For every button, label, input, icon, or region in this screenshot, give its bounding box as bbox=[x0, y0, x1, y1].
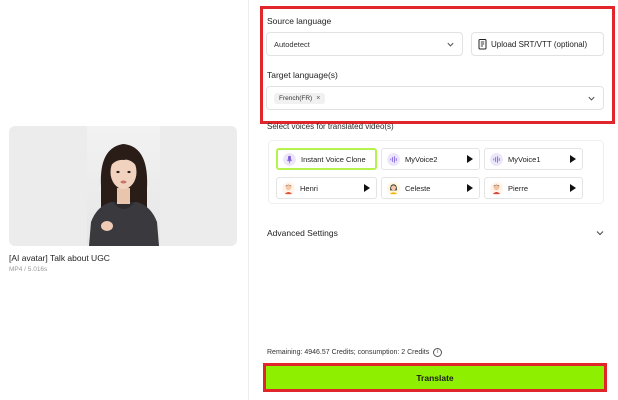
upload-subtitle-label: Upload SRT/VTT (optional) bbox=[491, 39, 588, 49]
voice-option-myvoice1[interactable]: MyVoice1 bbox=[484, 148, 583, 170]
language-settings-highlight: Source language Autodetect Upload SRT/VT… bbox=[260, 6, 615, 124]
info-icon[interactable]: i bbox=[433, 348, 443, 357]
translate-button-highlight: Translate bbox=[263, 363, 607, 392]
chevron-down-icon bbox=[596, 231, 604, 236]
video-meta: MP4 / 5.016s bbox=[9, 266, 48, 273]
subtitle-file-icon bbox=[478, 38, 487, 49]
translation-settings-panel: Source language Autodetect Upload SRT/VT… bbox=[248, 0, 618, 400]
voice-name: Henri bbox=[300, 183, 318, 193]
avatar-thumbnail bbox=[87, 126, 160, 246]
voice-option-myvoice2[interactable]: MyVoice2 bbox=[381, 148, 480, 170]
remove-chip-icon[interactable]: × bbox=[316, 95, 320, 102]
microphone-avatar-icon bbox=[283, 152, 296, 166]
voice-option-pierre[interactable]: Pierre bbox=[484, 177, 583, 199]
source-language-select[interactable]: Autodetect bbox=[266, 32, 463, 56]
translate-video-dialog: [AI avatar] Talk about UGC MP4 / 5.016s … bbox=[0, 0, 618, 400]
target-language-select[interactable]: French(FR) × bbox=[266, 86, 604, 110]
target-language-chip-label: French(FR) bbox=[279, 94, 313, 102]
play-icon[interactable] bbox=[570, 155, 576, 163]
man-avatar-icon bbox=[282, 181, 295, 195]
voice-name: Celeste bbox=[405, 183, 431, 193]
translate-button[interactable]: Translate bbox=[266, 366, 604, 389]
advanced-settings-label: Advanced Settings bbox=[267, 228, 338, 238]
man-avatar-icon bbox=[490, 181, 503, 195]
voice-name: MyVoice1 bbox=[508, 154, 541, 164]
voice-wave-avatar-icon bbox=[387, 152, 400, 166]
video-preview[interactable] bbox=[9, 126, 237, 246]
video-title: [AI avatar] Talk about UGC bbox=[9, 253, 110, 263]
voice-option-instant-voice-clone[interactable]: Instant Voice Clone bbox=[276, 148, 377, 170]
target-language-label: Target language(s) bbox=[267, 70, 338, 80]
upload-subtitle-button[interactable]: Upload SRT/VTT (optional) bbox=[471, 32, 604, 56]
play-icon[interactable] bbox=[467, 184, 473, 192]
source-language-label: Source language bbox=[267, 16, 332, 26]
advanced-settings-toggle[interactable]: Advanced Settings bbox=[267, 226, 605, 240]
play-icon[interactable] bbox=[467, 155, 473, 163]
voices-grid: Instant Voice Clone MyVoice2 MyVoice1 He… bbox=[268, 140, 604, 204]
video-preview-column: [AI avatar] Talk about UGC MP4 / 5.016s bbox=[0, 0, 248, 400]
voices-label: Select voices for translated video(s) bbox=[267, 122, 394, 131]
voice-name: Instant Voice Clone bbox=[301, 154, 366, 164]
play-icon[interactable] bbox=[364, 184, 370, 192]
chevron-down-icon bbox=[588, 96, 595, 101]
voice-option-celeste[interactable]: Celeste bbox=[381, 177, 480, 199]
woman-avatar-icon bbox=[387, 181, 400, 195]
voice-option-henri[interactable]: Henri bbox=[276, 177, 377, 199]
target-language-chip[interactable]: French(FR) × bbox=[274, 92, 326, 104]
credits-text: Remaining: 4946.57 Credits; consumption:… bbox=[267, 349, 430, 356]
source-language-value: Autodetect bbox=[274, 39, 310, 49]
voice-name: Pierre bbox=[508, 183, 529, 193]
credits-info: Remaining: 4946.57 Credits; consumption:… bbox=[267, 348, 443, 357]
play-icon[interactable] bbox=[570, 184, 576, 192]
chevron-down-icon bbox=[447, 42, 454, 47]
voice-name: MyVoice2 bbox=[405, 154, 438, 164]
voice-wave-avatar-icon bbox=[490, 152, 503, 166]
